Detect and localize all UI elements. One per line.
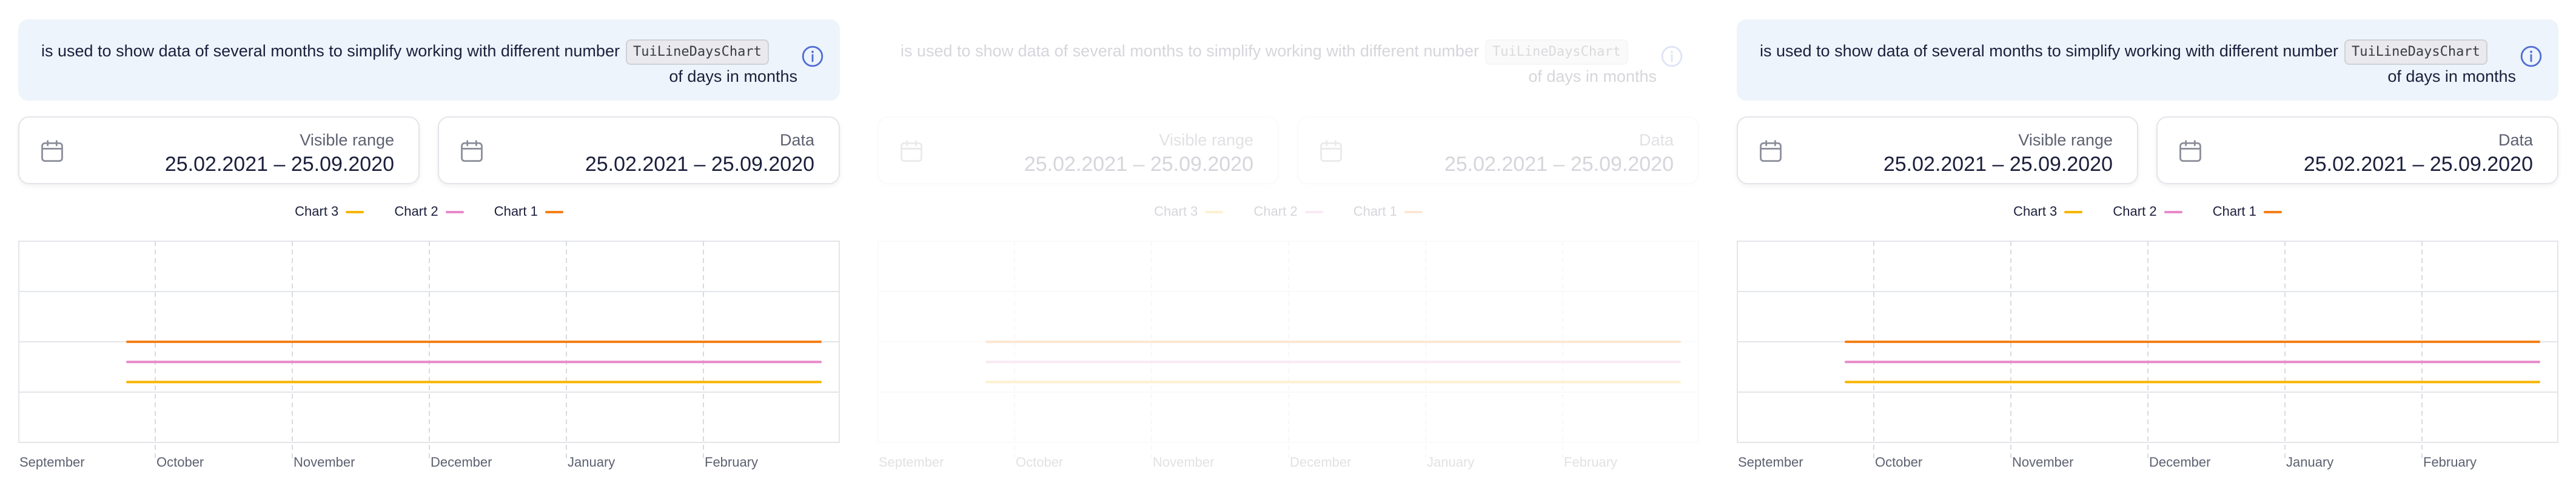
legend-label: Chart 3 — [1154, 204, 1198, 219]
legend-label: Chart 2 — [2113, 204, 2157, 219]
x-tick-label: December — [2149, 455, 2210, 470]
legend-item-chart-1[interactable]: Chart 1 — [2213, 204, 2282, 219]
data-range-value[interactable]: 25.02.2021 – 25.09.2020 — [2304, 153, 2533, 176]
x-tick-label: November — [2012, 455, 2073, 470]
calendar-icon — [41, 140, 63, 162]
visible-range-field[interactable]: Visible range 25.02.2021 – 25.09.2020 — [1737, 116, 2138, 184]
legend-item-chart-2[interactable]: Chart 2 — [1253, 204, 1323, 219]
calendar-icon — [901, 140, 922, 162]
data-range-value[interactable]: 25.02.2021 – 25.09.2020 — [585, 153, 814, 176]
legend-swatch — [346, 211, 364, 214]
data-range-label: Data — [2498, 131, 2533, 149]
x-tick-label: November — [293, 455, 355, 470]
example-panel-left: is used to show data of several months t… — [18, 0, 857, 503]
info-text-after: of days in months — [1528, 67, 1657, 85]
legend-label: Chart 1 — [1353, 204, 1397, 219]
visible-range-value[interactable]: 25.02.2021 – 25.09.2020 — [1024, 153, 1253, 176]
calendar-icon — [2179, 140, 2201, 162]
legend-swatch — [1205, 211, 1224, 214]
x-tick-label: October — [156, 455, 204, 470]
line-days-chart[interactable]: September October November December January F… — [1737, 238, 2561, 480]
line-days-chart[interactable]: September October November December January F… — [877, 238, 1702, 480]
legend-item-chart-3[interactable]: Chart 3 — [1154, 204, 1224, 219]
legend-item-chart-3[interactable]: Chart 3 — [295, 204, 364, 219]
legend-swatch — [2263, 211, 2282, 214]
legend-item-chart-3[interactable]: Chart 3 — [2013, 204, 2083, 219]
calendar-icon — [461, 140, 483, 162]
info-banner: is used to show data of several months t… — [18, 19, 840, 101]
chart-legend: Chart 3 Chart 2 Chart 1 — [18, 204, 840, 219]
info-text: is used to show data of several months t… — [41, 36, 769, 65]
legend-item-chart-1[interactable]: Chart 1 — [1353, 204, 1423, 219]
info-icon[interactable] — [1660, 45, 1683, 68]
data-range-label: Data — [1639, 131, 1674, 149]
info-icon[interactable] — [801, 45, 824, 68]
legend-label: Chart 1 — [494, 204, 538, 219]
legend-item-chart-2[interactable]: Chart 2 — [394, 204, 464, 219]
info-text-before: is used to show data of several months t… — [41, 42, 620, 60]
code-badge: TuiLineDaysChart — [1484, 39, 1628, 65]
calendar-icon — [1320, 140, 1342, 162]
x-tick-label: October — [1875, 455, 1922, 470]
x-tick-label: January — [2286, 455, 2333, 470]
info-text: is used to show data of several months t… — [1760, 36, 2487, 65]
visible-range-label: Visible range — [2018, 131, 2113, 149]
x-tick-label: September — [19, 455, 85, 470]
legend-swatch — [545, 211, 563, 214]
legend-swatch — [445, 211, 464, 214]
info-banner: is used to show data of several months t… — [1737, 19, 2558, 101]
x-tick-label: February — [2423, 455, 2477, 470]
x-tick-label: February — [1564, 455, 1617, 470]
x-tick-label: December — [431, 455, 492, 470]
example-panel-center: is used to show data of several months t… — [877, 0, 1716, 503]
visible-range-field[interactable]: Visible range 25.02.2021 – 25.09.2020 — [877, 116, 1279, 184]
x-tick-label: February — [705, 455, 758, 470]
legend-label: Chart 1 — [2212, 204, 2256, 219]
info-text-after: of days in months — [669, 67, 797, 85]
visible-range-label: Visible range — [300, 131, 394, 149]
legend-swatch — [1404, 211, 1423, 214]
x-tick-label: January — [568, 455, 615, 470]
data-range-field[interactable]: Data 25.02.2021 – 25.09.2020 — [438, 116, 840, 184]
calendar-icon — [1760, 140, 1782, 162]
x-tick-label: December — [1290, 455, 1351, 470]
line-days-chart[interactable]: September October November December January F… — [18, 238, 843, 480]
legend-swatch — [2064, 211, 2083, 214]
data-range-field[interactable]: Data 25.02.2021 – 25.09.2020 — [1297, 116, 1699, 184]
code-badge: TuiLineDaysChart — [625, 39, 769, 65]
visible-range-label: Visible range — [1159, 131, 1253, 149]
visible-range-value[interactable]: 25.02.2021 – 25.09.2020 — [1883, 153, 2113, 176]
x-tick-label: September — [879, 455, 944, 470]
data-range-label: Data — [779, 131, 814, 149]
x-tick-label: September — [1738, 455, 1803, 470]
chart-legend: Chart 3 Chart 2 Chart 1 — [1737, 204, 2558, 219]
legend-label: Chart 2 — [394, 204, 438, 219]
x-tick-label: October — [1016, 455, 1063, 470]
info-icon[interactable] — [2520, 45, 2543, 68]
info-text-after: of days in months — [2387, 67, 2516, 85]
legend-item-chart-2[interactable]: Chart 2 — [2113, 204, 2182, 219]
info-text-before: is used to show data of several months t… — [1760, 42, 2338, 60]
info-text: is used to show data of several months t… — [901, 36, 1628, 65]
chart-legend: Chart 3 Chart 2 Chart 1 — [877, 204, 1699, 219]
info-text-before: is used to show data of several months t… — [901, 42, 1479, 60]
visible-range-field[interactable]: Visible range 25.02.2021 – 25.09.2020 — [18, 116, 420, 184]
data-range-field[interactable]: Data 25.02.2021 – 25.09.2020 — [2156, 116, 2558, 184]
legend-swatch — [2164, 211, 2182, 214]
data-range-value[interactable]: 25.02.2021 – 25.09.2020 — [1444, 153, 1674, 176]
legend-label: Chart 3 — [2013, 204, 2058, 219]
legend-swatch — [1304, 211, 1323, 214]
legend-label: Chart 2 — [1253, 204, 1298, 219]
visible-range-value[interactable]: 25.02.2021 – 25.09.2020 — [165, 153, 394, 176]
x-tick-label: January — [1427, 455, 1474, 470]
x-tick-label: November — [1153, 455, 1214, 470]
legend-item-chart-1[interactable]: Chart 1 — [494, 204, 563, 219]
info-banner: is used to show data of several months t… — [877, 19, 1699, 101]
legend-label: Chart 3 — [295, 204, 339, 219]
example-panel-right: is used to show data of several months t… — [1737, 0, 2575, 503]
code-badge: TuiLineDaysChart — [2344, 39, 2487, 65]
